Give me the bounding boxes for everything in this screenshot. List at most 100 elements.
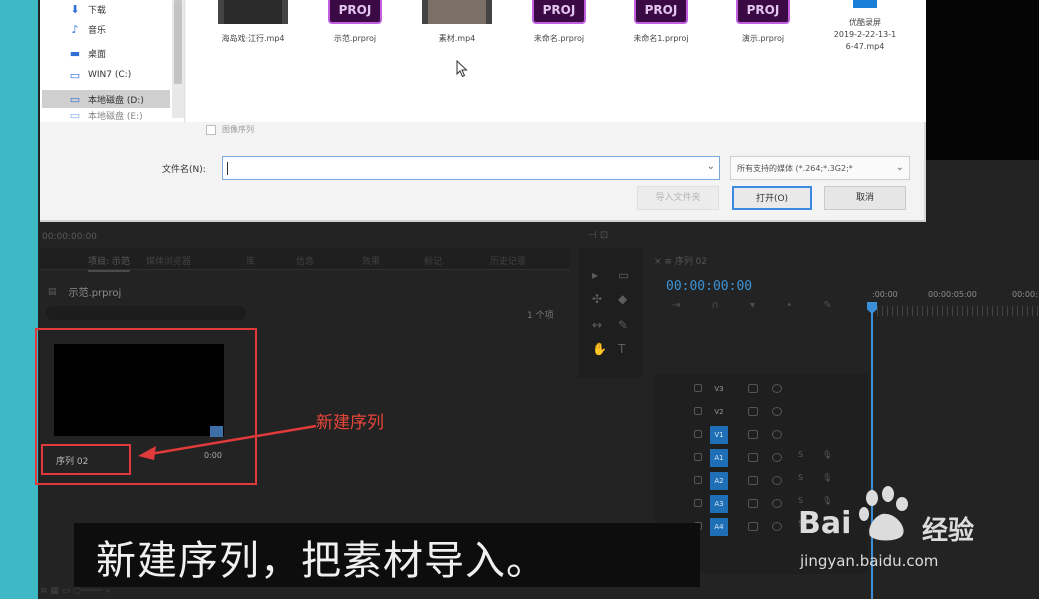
annotation-arrow-icon: [138, 424, 317, 460]
sync-lock-icon[interactable]: [748, 522, 758, 531]
razor-icon[interactable]: ◆: [618, 292, 627, 306]
selection-tool-icon[interactable]: ▸: [592, 268, 598, 282]
mic-icon[interactable]: 🎙: [822, 496, 832, 505]
tab-library[interactable]: 库: [246, 254, 255, 267]
mute-icon[interactable]: [772, 499, 782, 508]
mic-icon[interactable]: 🎙: [822, 473, 832, 482]
sidebar-item-label: 下载: [88, 5, 107, 16]
cancel-button[interactable]: 取消: [824, 186, 906, 210]
sidebar-scrollbar-thumb[interactable]: [174, 0, 182, 84]
video-thumbnail: [422, 0, 492, 24]
sync-lock-icon[interactable]: [748, 384, 758, 393]
track-row[interactable]: A1 S 🎙: [654, 447, 868, 469]
tab-effects[interactable]: 效果: [362, 254, 380, 267]
type-tool-icon[interactable]: T: [618, 342, 625, 356]
panel-menu-icon[interactable]: ⊣ ⊡: [588, 230, 608, 241]
project-search-input[interactable]: [46, 306, 246, 320]
file-name: 演示.prproj: [741, 34, 785, 43]
sync-lock-icon[interactable]: [748, 407, 758, 416]
tab-info[interactable]: 信息: [296, 254, 314, 267]
sidebar-item-label: 本地磁盘 (E:): [88, 111, 143, 121]
sidebar-item[interactable]: ♪ 音乐: [68, 20, 106, 38]
file-item[interactable]: 海岛戏·江行.mp4: [208, 0, 298, 45]
solo-icon[interactable]: S: [798, 473, 803, 482]
track-select-icon[interactable]: ▭: [618, 268, 629, 282]
tab-media-browser[interactable]: 媒体浏览器: [146, 254, 191, 267]
lock-icon[interactable]: [694, 499, 702, 507]
tab-history[interactable]: 历史记录: [490, 254, 526, 267]
track-target-toggle[interactable]: A1: [710, 449, 728, 467]
sidebar-item-label: 本地磁盘 (D:): [88, 95, 144, 106]
desktop-icon: ▬: [69, 46, 81, 60]
timeline-timecode[interactable]: 00:00:00:00: [666, 279, 752, 294]
file-type-filter[interactable]: 所有支持的媒体 (*.264;*.3G2;* ⌄: [730, 156, 910, 180]
filename-input[interactable]: ⌄: [222, 156, 720, 180]
mic-icon[interactable]: 🎙: [822, 450, 832, 459]
sync-lock-icon[interactable]: [748, 499, 758, 508]
solo-icon[interactable]: S: [798, 450, 803, 459]
file-type-filter-value: 所有支持的媒体 (*.264;*.3G2;*: [737, 164, 853, 173]
eye-icon[interactable]: [772, 430, 782, 439]
lock-icon[interactable]: [694, 384, 702, 392]
sidebar-item[interactable]: ▬ 桌面: [68, 44, 106, 62]
drive-icon: ▭: [69, 68, 81, 82]
mute-icon[interactable]: [772, 522, 782, 531]
image-sequence-checkbox[interactable]: [206, 124, 216, 135]
sidebar-item[interactable]: ▭ 本地磁盘 (E:): [68, 110, 143, 120]
sidebar-item[interactable]: ⬇ 下载: [68, 0, 106, 18]
track-row[interactable]: A2 S 🎙: [654, 470, 868, 492]
lock-icon[interactable]: [694, 453, 702, 461]
file-item[interactable]: PROJ 未命名1.prproj: [616, 0, 706, 45]
eye-icon[interactable]: [772, 407, 782, 416]
lock-icon[interactable]: [694, 407, 702, 415]
sync-lock-icon[interactable]: [748, 453, 758, 462]
file-item[interactable]: 优酷录屏 2019-2-22-13-1 6-47.mp4: [820, 0, 910, 53]
track-target-toggle[interactable]: V3: [710, 380, 728, 398]
solo-icon[interactable]: S: [798, 496, 803, 505]
sidebar-item-label: WIN7 (C:): [88, 70, 132, 80]
mute-icon[interactable]: [772, 453, 782, 462]
pen-tool-icon[interactable]: ✎: [618, 318, 628, 332]
import-folder-button[interactable]: 导入文件夹: [637, 186, 719, 210]
track-row[interactable]: V2: [654, 401, 868, 423]
tab-markers[interactable]: 标记: [424, 254, 442, 267]
track-row[interactable]: V1: [654, 424, 868, 446]
program-monitor-area: [926, 0, 1039, 160]
ripple-edit-icon[interactable]: ✣: [592, 292, 602, 306]
track-target-toggle[interactable]: A3: [710, 495, 728, 513]
sidebar-item[interactable]: ▭ WIN7 (C:): [68, 66, 131, 84]
file-name: 海岛戏·江行.mp4: [221, 34, 285, 43]
slip-tool-icon[interactable]: ↔: [592, 318, 602, 332]
track-target-toggle[interactable]: V2: [710, 403, 728, 421]
file-item[interactable]: PROJ 演示.prproj: [718, 0, 808, 45]
tab-project[interactable]: 项目: 示范: [88, 254, 130, 272]
filename-label: 文件名(N):: [162, 165, 206, 175]
ruler-label: 00:00:10:00: [1012, 290, 1039, 299]
open-button[interactable]: 打开(O): [732, 186, 812, 210]
drive-icon: ▭: [69, 92, 81, 106]
track-target-toggle[interactable]: A4: [710, 518, 728, 536]
file-item[interactable]: PROJ 未命名.prproj: [514, 0, 604, 45]
timeline-tool-icons[interactable]: ⇥ ∩ ▾ • ✎: [672, 300, 846, 311]
left-teal-strip: [0, 0, 38, 599]
sidebar-item[interactable]: ▭ 本地磁盘 (D:): [42, 90, 170, 108]
file-name: 优酷录屏 2019-2-22-13-1 6-47.mp4: [833, 18, 897, 51]
track-target-toggle[interactable]: V1: [710, 426, 728, 444]
track-target-toggle[interactable]: A2: [710, 472, 728, 490]
chevron-down-icon[interactable]: ⌄: [896, 162, 904, 173]
hand-tool-icon[interactable]: ✋: [592, 342, 607, 356]
mute-icon[interactable]: [772, 476, 782, 485]
file-item[interactable]: 素材.mp4: [412, 0, 502, 45]
track-row[interactable]: V3: [654, 378, 868, 400]
eye-icon[interactable]: [772, 384, 782, 393]
chevron-down-icon[interactable]: ⌄: [707, 161, 715, 172]
file-name: 未命名.prproj: [533, 34, 585, 43]
sync-lock-icon[interactable]: [748, 430, 758, 439]
premiere-project-icon: PROJ: [736, 0, 790, 24]
sync-lock-icon[interactable]: [748, 476, 758, 485]
image-sequence-option[interactable]: 图像序列: [206, 124, 254, 135]
lock-icon[interactable]: [694, 430, 702, 438]
watermark-brand-cn: 经验: [922, 516, 975, 546]
file-item[interactable]: PROJ 示范.prproj: [310, 0, 400, 45]
lock-icon[interactable]: [694, 476, 702, 484]
